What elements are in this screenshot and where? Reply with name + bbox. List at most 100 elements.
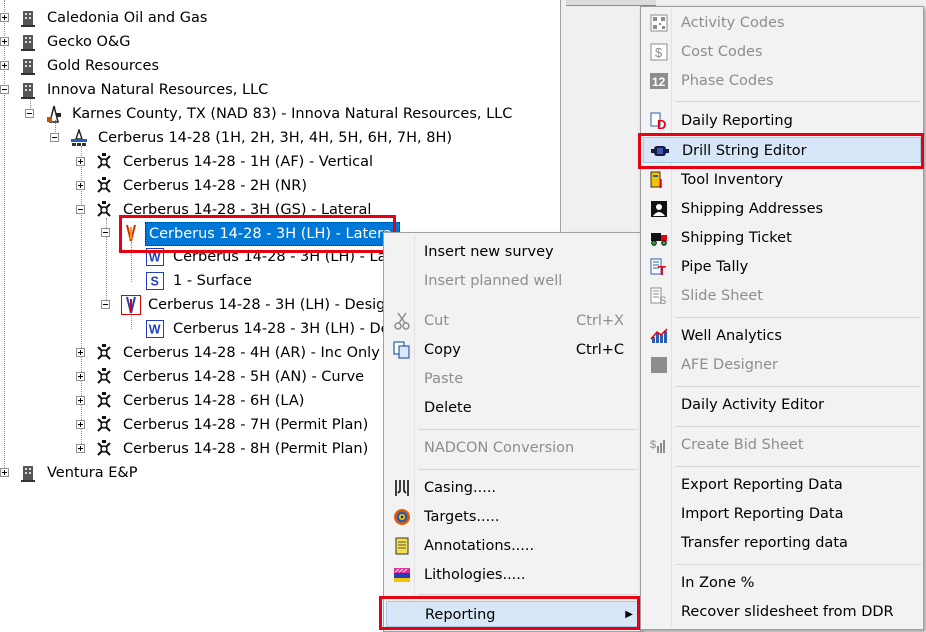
expand-toggle[interactable] (0, 37, 9, 46)
tree-node-cerberus-pad[interactable]: Cerberus 14-28 (1H, 2H, 3H, 4H, 5H, 6H, … (0, 127, 560, 149)
tree-node-label: Cerberus 14-28 - 3H (LH) - Design (148, 297, 395, 313)
menu-item-label: Annotations..... (424, 538, 535, 554)
menu-item-annotations[interactable]: Annotations..... (384, 533, 640, 559)
tree-node-label: Cerberus 14-28 - 4H (AR) - Inc Only (123, 345, 380, 361)
tree-node-innova[interactable]: Innova Natural Resources, LLC (0, 79, 560, 101)
collapse-toggle[interactable] (25, 109, 34, 118)
number-icon: 12 (650, 73, 668, 89)
expand-toggle[interactable] (76, 420, 85, 429)
submenu-item-cost-codes[interactable]: $ Cost Codes (641, 39, 923, 65)
submenu-item-daily-reporting[interactable]: D Daily Reporting (641, 108, 923, 134)
menu-item-casing[interactable]: Casing..... (384, 475, 640, 501)
submenu-item-afe-designer[interactable]: AFE Designer (641, 352, 923, 378)
truck-icon (651, 233, 667, 246)
expand-toggle[interactable] (76, 396, 85, 405)
submenu-item-shipping-addresses[interactable]: Shipping Addresses (641, 196, 923, 222)
tree-node-label: Karnes County, TX (NAD 83) - Innova Natu… (72, 106, 513, 122)
submenu-item-recover-slidesheet[interactable]: Recover slidesheet from DDR (641, 599, 923, 625)
tree-node-label: Cerberus 14-28 - 3H (LH) - Des (173, 321, 398, 337)
tree-node-label: Cerberus 14-28 - 3H (LH) - Lateral (145, 222, 400, 246)
collapse-toggle[interactable] (0, 85, 9, 94)
collapse-toggle[interactable] (76, 205, 85, 214)
submenu-item-import-reporting-data[interactable]: Import Reporting Data (641, 501, 923, 527)
expand-toggle[interactable] (76, 181, 85, 190)
surface-icon: S (146, 272, 164, 290)
tree-node-label: Cerberus 14-28 - 6H (LA) (123, 393, 305, 409)
expand-toggle[interactable] (0, 468, 9, 477)
menu-separator (418, 429, 638, 430)
survey-icon: W (146, 320, 164, 338)
submenu-item-slide-sheet[interactable]: S Slide Sheet (641, 283, 923, 309)
submenu-item-drill-string-editor[interactable]: Drill String Editor (643, 137, 921, 163)
menu-item-copy[interactable]: Copy Ctrl+C (384, 337, 640, 363)
tree-node-label: Cerberus 14-28 - 8H (Permit Plan) (123, 441, 369, 457)
menu-item-label: Drill String Editor (682, 143, 807, 159)
wellbore-plan-icon (121, 295, 141, 315)
expand-toggle[interactable] (76, 372, 85, 381)
menu-item-cut[interactable]: Cut Ctrl+X (384, 308, 640, 334)
svg-text:W: W (149, 250, 161, 264)
submenu-item-phase-codes[interactable]: 12 Phase Codes (641, 68, 923, 94)
collapse-toggle[interactable] (50, 133, 59, 142)
tree-node-label: Caledonia Oil and Gas (47, 10, 208, 26)
menu-separator (418, 594, 638, 595)
submenu-item-pipe-tally[interactable]: T Pipe Tally (641, 254, 923, 280)
tree-node-label: Cerberus 14-28 - 3H (GS) - Lateral (123, 202, 372, 218)
tree-node-label: Cerberus 14-28 (1H, 2H, 3H, 4H, 5H, 6H, … (98, 130, 453, 146)
menu-item-label: Phase Codes (681, 73, 774, 89)
menu-item-label: Targets..... (424, 509, 500, 525)
menu-item-label: Pipe Tally (681, 259, 749, 275)
submenu-item-shipping-ticket[interactable]: Shipping Ticket (641, 225, 923, 251)
daily-report-icon: D (650, 112, 666, 130)
svg-text:S: S (151, 274, 159, 288)
tree-node-label: Cerberus 14-28 - 3H (LH) - Lat (173, 249, 393, 265)
menu-separator (675, 466, 921, 467)
collapse-toggle[interactable] (101, 300, 110, 309)
menu-item-lithologies[interactable]: Lithologies..... (384, 562, 640, 588)
tree-node-label: Gold Resources (47, 58, 159, 74)
reporting-submenu: Activity Codes $ Cost Codes 12 Phase Cod… (640, 6, 924, 630)
expand-toggle[interactable] (76, 444, 85, 453)
tree-node-well-2h[interactable]: Cerberus 14-28 - 2H (NR) (0, 175, 560, 197)
menu-item-delete[interactable]: Delete (384, 395, 640, 421)
expand-toggle[interactable] (76, 348, 85, 357)
analytics-chart-icon (650, 328, 668, 343)
menu-item-reporting[interactable]: Reporting ▶ (386, 601, 638, 627)
tree-node-well-1h[interactable]: Cerberus 14-28 - 1H (AF) - Vertical (0, 151, 560, 173)
tree-node-caledonia[interactable]: Caledonia Oil and Gas (0, 7, 560, 29)
building-icon (21, 59, 35, 75)
survey-icon: W (146, 248, 164, 266)
submenu-item-create-bid-sheet[interactable]: $ Create Bid Sheet (641, 432, 923, 458)
collapse-toggle[interactable] (101, 228, 110, 237)
menu-item-insert-new-survey[interactable]: Insert new survey (384, 239, 640, 265)
menu-item-label: Insert planned well (424, 273, 563, 289)
expand-toggle[interactable] (0, 61, 9, 70)
expand-toggle[interactable] (0, 13, 9, 22)
tree-node-karnes-county[interactable]: Karnes County, TX (NAD 83) - Innova Natu… (0, 103, 560, 125)
tree-node-well-3h[interactable]: Cerberus 14-28 - 3H (GS) - Lateral (0, 199, 560, 221)
submenu-item-tool-inventory[interactable]: I Tool Inventory (641, 167, 923, 193)
tree-node-gecko[interactable]: Gecko O&G (0, 31, 560, 53)
submenu-item-export-reporting-data[interactable]: Export Reporting Data (641, 472, 923, 498)
submenu-item-well-analytics[interactable]: Well Analytics (641, 323, 923, 349)
wellhead-icon (97, 153, 111, 169)
menu-item-shortcut: Ctrl+C (575, 342, 624, 358)
svg-text:$: $ (655, 45, 663, 60)
svg-text:W: W (149, 322, 161, 336)
tree-node-gold[interactable]: Gold Resources (0, 55, 560, 77)
submenu-item-daily-activity-editor[interactable]: Daily Activity Editor (641, 392, 923, 418)
menu-item-nadcon-conversion[interactable]: NADCON Conversion (384, 435, 640, 461)
submenu-item-in-zone-percent[interactable]: In Zone % (641, 570, 923, 596)
submenu-item-activity-codes[interactable]: Activity Codes (641, 10, 923, 36)
pad-icon (71, 129, 87, 146)
menu-item-paste[interactable]: Paste (384, 366, 640, 392)
menu-item-targets[interactable]: Targets..... (384, 504, 640, 530)
menu-item-label: Cost Codes (681, 44, 763, 60)
menu-separator (675, 317, 921, 318)
submenu-item-transfer-reporting-data[interactable]: Transfer reporting data (641, 530, 923, 556)
menu-item-label: Shipping Addresses (681, 201, 824, 217)
expand-toggle[interactable] (76, 157, 85, 166)
menu-item-label: Activity Codes (681, 15, 785, 31)
menu-item-insert-planned-well[interactable]: Insert planned well (384, 268, 640, 294)
menu-separator (675, 564, 921, 565)
